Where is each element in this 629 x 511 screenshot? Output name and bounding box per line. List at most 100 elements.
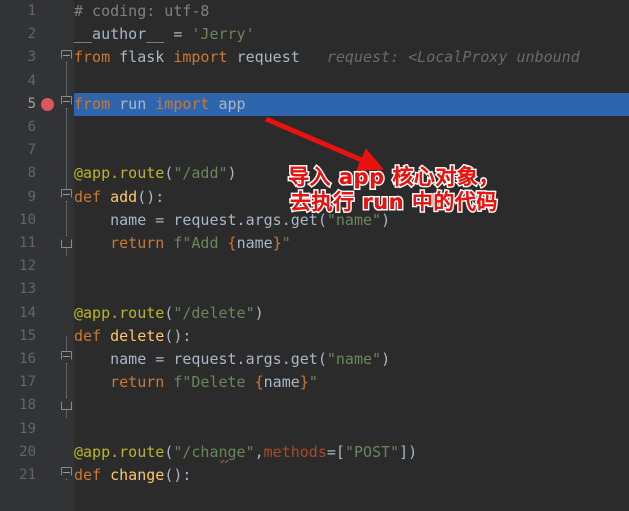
expression-token: request.args.get — [173, 210, 318, 229]
fold-end-icon[interactable] — [61, 397, 72, 410]
line-number: 2 — [27, 26, 36, 43]
fold-toggle-icon[interactable] — [61, 96, 72, 109]
code-line-1[interactable]: # coding: utf-8 — [74, 0, 629, 23]
breakpoint-icon[interactable] — [41, 98, 54, 111]
fstring-variable: name — [236, 234, 273, 252]
code-line-16[interactable]: name = request.args.get("name") — [74, 348, 629, 371]
code-line-18[interactable] — [74, 394, 629, 417]
code-line-11[interactable]: return f"Add {name}" — [74, 232, 629, 255]
keyword-import: import — [173, 48, 228, 67]
code-folding-gutter[interactable] — [60, 0, 74, 511]
keyword-return: return — [110, 234, 165, 252]
code-line-6[interactable] — [74, 116, 629, 139]
code-line-8[interactable]: @app.route("/add") — [74, 162, 629, 185]
line-number: 11 — [19, 235, 36, 251]
fold-toggle-icon[interactable] — [61, 467, 72, 480]
paren: (): — [164, 466, 192, 484]
module-flask: flask — [119, 48, 165, 67]
decorator-token: @app.route — [74, 164, 165, 183]
line-number: 14 — [19, 304, 36, 321]
keyword-def: def — [74, 187, 102, 206]
expression-token: request.args.get — [173, 350, 318, 368]
fold-connector-line — [66, 104, 67, 222]
line-number: 13 — [19, 281, 36, 298]
paren: ) — [254, 303, 264, 322]
fstring-prefix: f"Add — [173, 234, 228, 252]
line-number: 3 — [27, 49, 36, 66]
fstring-quote: " — [281, 234, 291, 252]
code-line-4[interactable] — [74, 70, 629, 93]
function-name: delete — [110, 326, 165, 345]
decorator-token: @app.route — [74, 442, 165, 461]
paren: ) — [381, 210, 391, 229]
paren: (): — [164, 326, 192, 345]
route-string: "/delete" — [173, 303, 255, 322]
fstring-brace: } — [272, 234, 282, 252]
line-number: 8 — [27, 165, 36, 182]
fold-toggle-icon[interactable] — [61, 351, 72, 364]
code-line-7[interactable] — [74, 139, 629, 162]
code-line-13[interactable] — [74, 278, 629, 301]
line-number: 19 — [19, 420, 36, 437]
operator-token: =[ — [326, 442, 345, 461]
code-line-15[interactable]: def delete(): — [74, 325, 629, 348]
keyword-from: from — [74, 48, 111, 67]
inspection-squiggle — [219, 460, 229, 463]
name-app: app — [218, 94, 246, 113]
line-number: 17 — [19, 374, 36, 391]
code-line-9[interactable]: def add(): — [74, 186, 629, 209]
keyword-from: from — [74, 94, 111, 113]
code-content-area[interactable]: # coding: utf-8 __author__ = 'Jerry' fro… — [74, 0, 629, 511]
string-token: 'Jerry' — [191, 25, 255, 44]
fold-toggle-icon[interactable] — [61, 189, 72, 202]
line-number-gutter[interactable]: 1 2 3 4 5 6 7 8 9 10 11 12 13 14 15 16 1… — [0, 0, 60, 511]
code-line-17[interactable]: return f"Delete {name}" — [74, 371, 629, 394]
fold-end-icon[interactable] — [61, 235, 72, 248]
line-number: 10 — [19, 211, 36, 228]
line-number: 21 — [19, 467, 36, 483]
inlay-hint: request: <LocalProxy unbound — [326, 48, 580, 67]
keyword-import: import — [155, 94, 210, 113]
function-name: add — [110, 187, 138, 206]
fold-toggle-icon[interactable] — [61, 50, 72, 63]
variable-name: name — [110, 350, 147, 368]
paren: ( — [317, 210, 327, 229]
code-line-20[interactable]: @app.route("/change",methods=["POST"]) — [74, 441, 629, 464]
paren: ) — [227, 164, 237, 183]
variable-name: name — [110, 210, 147, 229]
line-number: 16 — [19, 351, 36, 367]
fstring-prefix: f"Delete — [173, 373, 255, 392]
line-number: 6 — [27, 119, 36, 135]
fstring-variable: name — [263, 373, 300, 392]
operator-token: = — [155, 210, 165, 229]
methods-value: "POST" — [344, 442, 400, 461]
operator-token: = — [155, 350, 165, 368]
paren: ( — [164, 164, 174, 183]
line-number: 1 — [27, 3, 36, 19]
code-line-19[interactable] — [74, 418, 629, 441]
route-string: "/add" — [173, 164, 228, 183]
paren: ) — [381, 350, 391, 368]
code-line-12[interactable] — [74, 255, 629, 278]
route-string: "/change" — [173, 442, 255, 461]
kwarg-name: methods — [263, 442, 327, 461]
operator-token: = — [173, 25, 192, 44]
function-name: change — [110, 466, 165, 484]
decorator-token: @app.route — [74, 303, 165, 322]
fstring-brace: } — [299, 373, 309, 392]
code-line-21[interactable]: def change(): — [74, 464, 629, 487]
code-line-3[interactable]: from flask import request request: <Loca… — [74, 46, 629, 69]
ide-code-editor: 1 2 3 4 5 6 7 8 9 10 11 12 13 14 15 16 1… — [0, 0, 629, 511]
code-line-5[interactable]: from run import app — [74, 92, 629, 116]
fstring-brace: { — [227, 234, 237, 252]
arg-string: "name" — [326, 210, 382, 229]
code-line-10[interactable]: name = request.args.get("name") — [74, 209, 629, 232]
fstring-quote: " — [308, 373, 318, 392]
paren: ]) — [399, 442, 418, 461]
code-line-14[interactable]: @app.route("/delete") — [74, 302, 629, 325]
paren: (): — [137, 187, 165, 206]
keyword-return: return — [110, 373, 165, 392]
fold-connector-line — [66, 58, 67, 98]
code-line-2[interactable]: __author__ = 'Jerry' — [74, 23, 629, 46]
keyword-def: def — [74, 326, 102, 345]
